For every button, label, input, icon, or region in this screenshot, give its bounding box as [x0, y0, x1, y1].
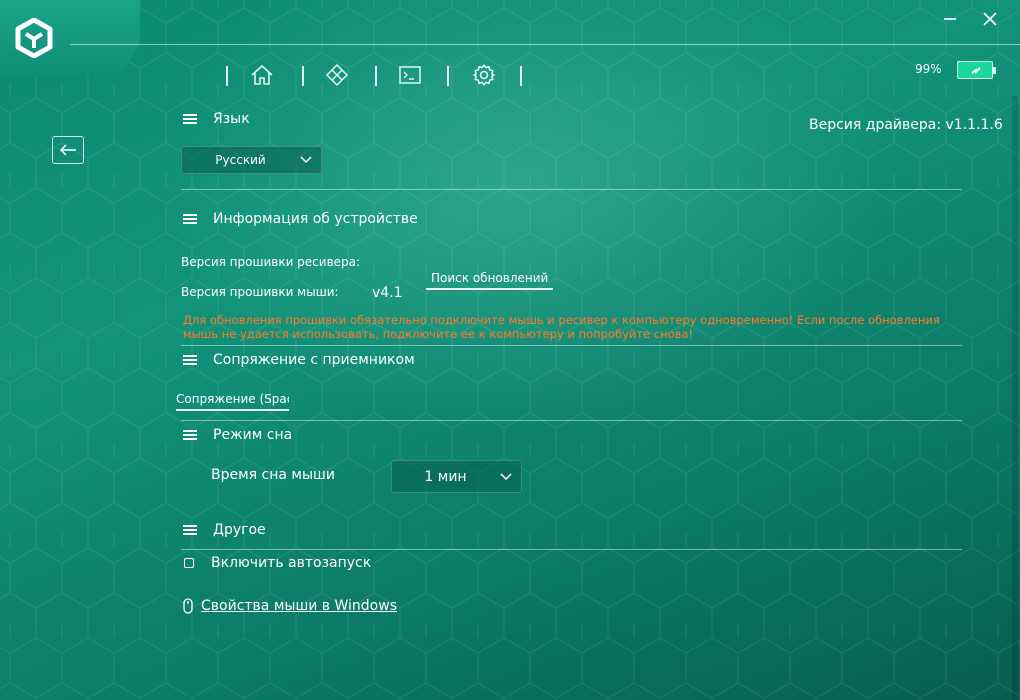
firmware-warning: Для обновления прошивки обязательно подк…: [183, 313, 940, 341]
section-divider: [181, 420, 962, 421]
sleep-time-value: 1 мин: [424, 468, 467, 485]
mouse-firmware-label: Версия прошивки мыши:: [181, 285, 339, 299]
language-section-title: Язык: [183, 111, 250, 127]
battery-percent: 99%: [915, 62, 942, 76]
driver-version: Версия драйвера: v1.1.1.6: [809, 117, 1003, 133]
nav-separator: [375, 66, 377, 86]
battery-indicator: [957, 61, 996, 79]
menu-icon: [183, 523, 197, 537]
header-divider: [70, 44, 1020, 45]
check-updates-button[interactable]: Поиск обновлений: [426, 271, 554, 290]
minimize-icon: [944, 18, 956, 20]
close-icon: [983, 12, 997, 26]
scrollbar[interactable]: [1012, 96, 1018, 700]
home-icon: [251, 65, 273, 85]
section-divider: [181, 189, 962, 190]
mouse-properties-link[interactable]: Свойства мыши в Windows: [201, 598, 397, 614]
menu-icon: [183, 212, 197, 226]
nav-diamond-button[interactable]: [323, 62, 351, 88]
menu-icon: [183, 428, 197, 442]
nav-separator: [447, 66, 449, 86]
chevron-down-icon: [500, 472, 512, 480]
minimize-button[interactable]: [939, 10, 961, 32]
chevron-down-icon: [300, 156, 312, 164]
other-section-title: Другое: [183, 522, 266, 538]
mouse-firmware-value: v4.1: [372, 285, 403, 301]
section-divider: [181, 345, 962, 346]
receiver-firmware-label: Версия прошивки ресивера:: [181, 255, 361, 269]
menu-icon: [183, 112, 197, 126]
language-select[interactable]: Русский: [181, 146, 322, 174]
close-button[interactable]: [979, 10, 1001, 32]
arrow-left-icon: [59, 144, 76, 156]
charging-icon: [971, 67, 981, 75]
hexagon-background: [0, 0, 1020, 700]
menu-icon: [183, 353, 197, 367]
gear-icon: [473, 64, 495, 86]
nav-home-button[interactable]: [248, 62, 276, 88]
nav-separator: [302, 66, 304, 86]
sleep-section-title: Режим сна: [183, 427, 292, 443]
mouse-icon: [183, 598, 193, 614]
autostart-label: Включить автозапуск: [211, 555, 372, 571]
sleep-time-select[interactable]: 1 мин: [391, 460, 522, 493]
language-select-value: Русский: [215, 153, 266, 167]
nav-settings-button[interactable]: [470, 62, 498, 88]
brand-logo-icon: [15, 18, 53, 58]
sleep-time-label: Время сна мыши: [211, 467, 335, 483]
nav-terminal-button[interactable]: [396, 62, 424, 88]
diamond-grid-icon: [325, 63, 349, 87]
device-info-section-title: Информация об устройстве: [183, 211, 418, 227]
nav-separator: [520, 66, 522, 86]
back-button[interactable]: [52, 136, 84, 164]
autostart-checkbox[interactable]: [184, 558, 194, 568]
section-divider: [181, 549, 962, 550]
terminal-icon: [399, 66, 421, 84]
pair-button[interactable]: Сопряжение (Space: [176, 392, 289, 411]
pairing-section-title: Сопряжение с приемником: [183, 352, 415, 368]
nav-separator: [226, 66, 228, 86]
